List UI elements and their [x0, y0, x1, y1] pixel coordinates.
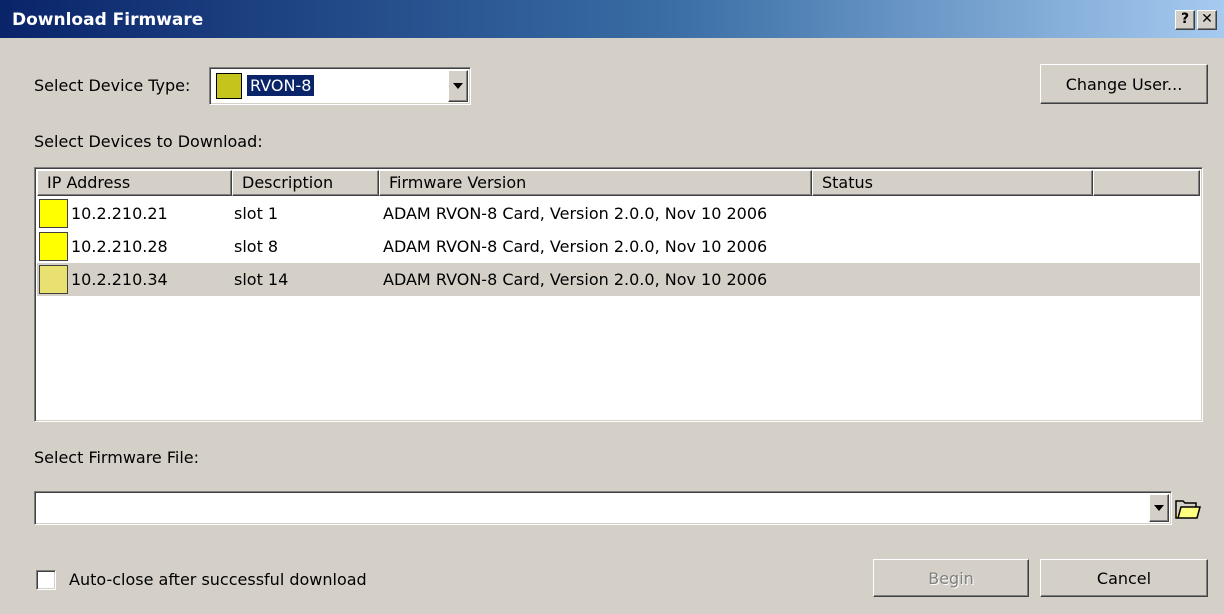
devices-list[interactable]: IP Address Description Firmware Version …	[34, 167, 1203, 422]
column-header-extra[interactable]	[1093, 170, 1200, 196]
device-ip: 10.2.210.34	[71, 270, 168, 289]
device-type-label: Select Device Type:	[34, 76, 191, 95]
chevron-down-icon	[1154, 505, 1164, 511]
auto-close-checkbox[interactable]	[36, 570, 56, 590]
device-type-select[interactable]: RVON-8	[209, 67, 471, 105]
close-button[interactable]: ✕	[1197, 10, 1217, 30]
chevron-down-icon	[453, 83, 463, 89]
column-header-status[interactable]: Status	[812, 170, 1093, 196]
device-color-swatch	[39, 265, 68, 294]
column-header-firmware[interactable]: Firmware Version	[379, 170, 812, 196]
change-user-button[interactable]: Change User...	[1040, 64, 1208, 104]
device-firmware: ADAM RVON-8 Card, Version 2.0.0, Nov 10 …	[383, 270, 768, 289]
firmware-file-dropdown-button[interactable]	[1149, 494, 1169, 522]
title-bar: Download Firmware ? ✕	[0, 0, 1224, 38]
cancel-button[interactable]: Cancel	[1040, 559, 1208, 597]
table-row[interactable]: 10.2.210.34 slot 14 ADAM RVON-8 Card, Ve…	[37, 263, 1200, 296]
firmware-file-label: Select Firmware File:	[34, 448, 200, 467]
device-firmware: ADAM RVON-8 Card, Version 2.0.0, Nov 10 …	[383, 204, 768, 223]
folder-icon[interactable]	[1175, 498, 1201, 520]
devices-list-header: IP Address Description Firmware Version …	[37, 170, 1200, 196]
auto-close-label[interactable]: Auto-close after successful download	[69, 570, 367, 589]
column-header-ip[interactable]: IP Address	[37, 170, 232, 196]
device-description: slot 8	[234, 237, 279, 256]
firmware-file-select[interactable]	[34, 491, 1172, 525]
window-title: Download Firmware	[12, 10, 204, 30]
column-header-description[interactable]: Description	[232, 170, 379, 196]
device-ip: 10.2.210.21	[71, 204, 168, 223]
device-type-value: RVON-8	[247, 75, 315, 96]
device-description: slot 1	[234, 204, 279, 223]
device-firmware: ADAM RVON-8 Card, Version 2.0.0, Nov 10 …	[383, 237, 768, 256]
devices-label: Select Devices to Download:	[34, 132, 263, 151]
device-ip: 10.2.210.28	[71, 237, 168, 256]
begin-button[interactable]: Begin	[873, 559, 1029, 597]
device-color-swatch	[39, 232, 68, 261]
table-row[interactable]: 10.2.210.28 slot 8 ADAM RVON-8 Card, Ver…	[37, 230, 1200, 263]
device-description: slot 14	[234, 270, 289, 289]
help-button[interactable]: ?	[1175, 10, 1195, 30]
table-row[interactable]: 10.2.210.21 slot 1 ADAM RVON-8 Card, Ver…	[37, 197, 1200, 230]
device-type-dropdown-button[interactable]	[448, 70, 468, 102]
device-type-swatch	[216, 73, 242, 99]
device-color-swatch	[39, 199, 68, 228]
